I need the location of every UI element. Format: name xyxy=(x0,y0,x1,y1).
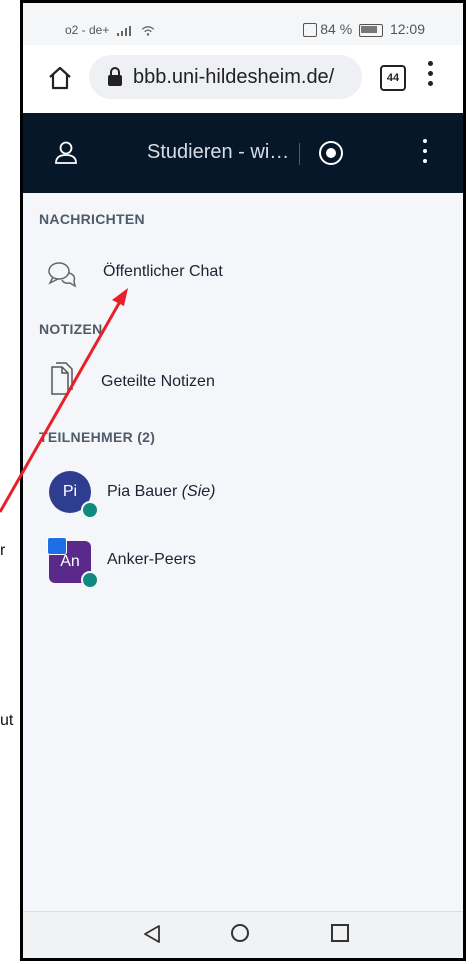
notes-section-title: NOTIZEN xyxy=(39,321,103,337)
notes-icon xyxy=(51,362,73,395)
recent-apps-icon[interactable] xyxy=(331,924,349,942)
clock: 12:09 xyxy=(389,21,425,37)
tabs-button[interactable]: 44 xyxy=(380,65,406,91)
browser-toolbar: bbb.uni-hildesheim.de/ 44 xyxy=(23,45,463,114)
lock-icon xyxy=(108,67,122,86)
participant-name: Anker-Peers xyxy=(107,551,196,568)
presenter-icon xyxy=(47,537,67,555)
android-nav-bar xyxy=(23,911,463,958)
battery-percent: 84 % xyxy=(320,21,353,37)
shared-notes-label: Geteilte Notizen xyxy=(101,373,215,390)
phone-frame: o2 - de+ 84 % 12:09 bbb.uni-hildesheim.d… xyxy=(20,0,466,961)
url-text: bbb.uni-hildesheim.de/ xyxy=(133,66,335,88)
options-menu-button[interactable] xyxy=(423,139,429,167)
record-icon[interactable] xyxy=(319,141,343,165)
meeting-title: Studieren - wi… xyxy=(147,141,290,163)
back-icon[interactable] xyxy=(143,924,161,944)
user-list-panel: NACHRICHTEN Öffentlicher Chat NOTIZEN Ge… xyxy=(23,193,463,933)
carrier-label: o2 - de+ xyxy=(65,23,110,37)
headset-icon xyxy=(81,501,99,519)
browser-menu-button[interactable] xyxy=(428,61,434,91)
user-icon[interactable] xyxy=(55,141,77,165)
nfc-icon xyxy=(303,23,318,38)
app-header: Studieren - wi… xyxy=(23,113,463,193)
participant-name: Pia Bauer xyxy=(107,483,178,500)
public-chat-label: Öffentlicher Chat xyxy=(103,263,223,280)
participant-you-label: (Sie) xyxy=(181,483,216,500)
outside-text-fragment: r xyxy=(0,542,6,559)
address-bar[interactable]: bbb.uni-hildesheim.de/ xyxy=(89,55,362,99)
participant-row[interactable]: Pi Pia Bauer (Sie) xyxy=(23,469,463,521)
participant-row[interactable]: An Anker-Peers xyxy=(23,537,463,589)
home-icon[interactable] xyxy=(47,65,73,91)
wifi-icon xyxy=(141,26,155,36)
battery-icon xyxy=(359,23,384,37)
home-button-icon[interactable] xyxy=(231,924,249,942)
status-bar: o2 - de+ 84 % 12:09 xyxy=(23,3,463,45)
shared-notes-item[interactable]: Geteilte Notizen xyxy=(23,359,463,403)
participants-section-title: TEILNEHMER (2) xyxy=(39,429,156,445)
messages-section-title: NACHRICHTEN xyxy=(39,211,145,227)
carrier-info: o2 - de+ xyxy=(65,23,156,37)
outside-text-fragment: ut xyxy=(0,712,14,729)
headset-icon xyxy=(81,571,99,589)
participant-name-wrap: Pia Bauer (Sie) xyxy=(107,483,216,501)
status-right: 84 % 12:09 xyxy=(303,21,425,38)
public-chat-item[interactable]: Öffentlicher Chat xyxy=(23,251,463,295)
header-divider xyxy=(299,143,300,165)
signal-icon xyxy=(116,25,131,36)
chat-icon xyxy=(48,262,77,288)
